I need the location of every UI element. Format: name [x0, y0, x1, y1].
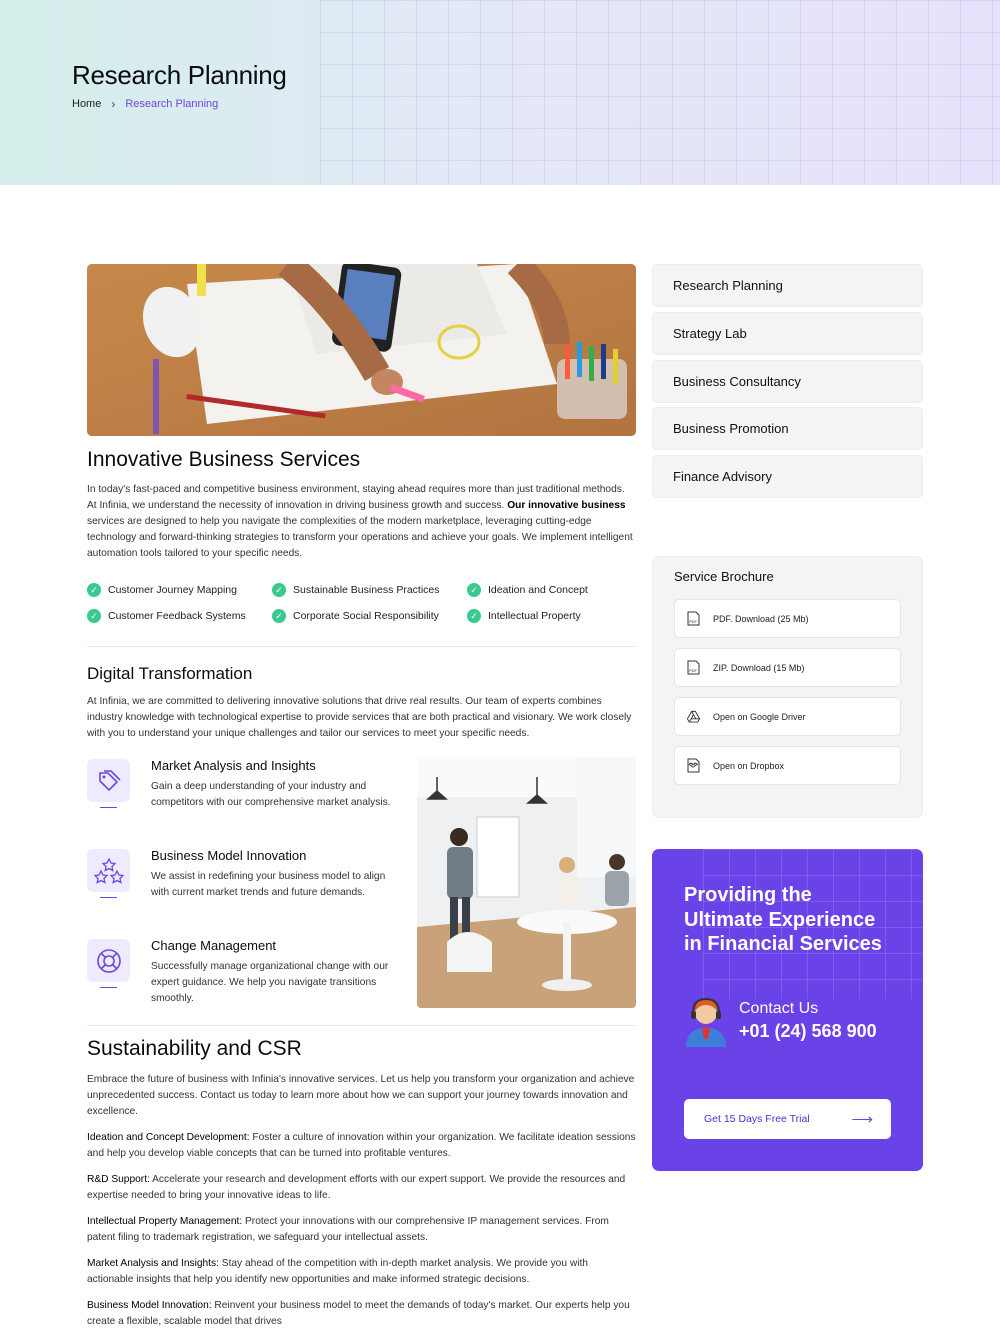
page-header-banner: Research Planning Home › Research Planni… — [0, 0, 1000, 185]
check-icon: ✓ — [87, 583, 101, 597]
workspace-photo — [87, 264, 636, 436]
csr-intro: Embrace the future of business with Infi… — [87, 1074, 635, 1117]
feature-text: Gain a deep understanding of your indust… — [151, 781, 391, 808]
intro-paragraph: In today's fast-paced and competitive bu… — [87, 484, 633, 559]
pdf-file-icon: PDF — [687, 611, 700, 626]
arrow-right-icon: ⟶ — [851, 1111, 873, 1128]
feature-checklist: ✓ Customer Journey Mapping ✓ Sustainable B… — [87, 582, 636, 624]
dropbox-icon — [687, 758, 700, 773]
check-icon: ✓ — [272, 583, 286, 597]
breadcrumb-home-link[interactable]: Home — [72, 98, 101, 110]
service-brochure-panel: Service Brochure PDF PDF. Download (25 M… — [652, 556, 923, 818]
zip-download-link[interactable]: PDF ZIP. Download (15 Mb) — [674, 648, 901, 687]
main-content: Innovative Business Services In today's … — [87, 264, 637, 1327]
feature-business-model: Business Model Innovation We assist in r… — [87, 848, 407, 929]
csr-item: R&D Support: Accelerate your research an… — [87, 1174, 626, 1201]
sidebar-item-strategy-lab[interactable]: Strategy Lab — [652, 312, 923, 355]
check-icon: ✓ — [467, 609, 481, 623]
section-divider — [87, 646, 636, 647]
stars-icon — [87, 849, 130, 898]
tag-icon — [87, 759, 130, 808]
banner-grid-pattern — [320, 0, 1000, 185]
sidebar-item-business-promotion[interactable]: Business Promotion — [652, 407, 923, 450]
support-agent-avatar — [682, 995, 730, 1047]
check-icon: ✓ — [87, 609, 101, 623]
feature-title: Market Analysis and Insights — [151, 758, 316, 773]
checklist-item: ✓ Customer Feedback Systems — [87, 608, 272, 624]
feature-text: Successfully manage organizational chang… — [151, 961, 389, 1004]
feature-text: We assist in redefining your business mo… — [151, 871, 386, 898]
google-drive-link[interactable]: Open on Google Driver — [674, 697, 901, 736]
cta-heading: Providing the Ultimate Experience in Fin… — [684, 884, 882, 955]
zip-file-icon: PDF — [687, 660, 700, 675]
checklist-item: ✓ Intellectual Property — [467, 608, 636, 624]
checklist-item: ✓ Ideation and Concept — [467, 582, 636, 598]
lifebuoy-icon — [87, 939, 130, 988]
sidebar-item-finance-advisory[interactable]: Finance Advisory — [652, 455, 923, 498]
office-meeting-photo — [417, 757, 636, 1008]
contact-phone[interactable]: +01 (24) 568 900 — [739, 1021, 877, 1042]
csr-item: Intellectual Property Management: Protec… — [87, 1216, 609, 1243]
brochure-title: Service Brochure — [674, 569, 774, 584]
contact-label: Contact Us — [739, 1000, 819, 1017]
csr-heading: Sustainability and CSR — [87, 1037, 302, 1060]
checklist-item: ✓ Customer Journey Mapping — [87, 582, 272, 598]
checklist-item: ✓ Corporate Social Responsibility — [272, 608, 467, 624]
breadcrumb: Home › Research Planning — [72, 97, 218, 111]
page-title: Research Planning — [72, 60, 287, 90]
dropbox-link[interactable]: Open on Dropbox — [674, 746, 901, 785]
chevron-right-icon: › — [111, 97, 116, 111]
digital-paragraph: At Infinia, we are committed to deliveri… — [87, 696, 632, 739]
check-icon: ✓ — [467, 583, 481, 597]
sidebar-item-research-planning[interactable]: Research Planning — [652, 264, 923, 307]
google-drive-icon — [687, 709, 700, 724]
feature-title: Business Model Innovation — [151, 848, 307, 863]
check-icon: ✓ — [272, 609, 286, 623]
intro-heading: Innovative Business Services — [87, 448, 361, 471]
svg-text:PDF: PDF — [689, 668, 698, 673]
checklist-item: ✓ Sustainable Business Practices — [272, 582, 467, 598]
csr-item: Ideation and Concept Development: Foster… — [87, 1132, 636, 1159]
feature-market-analysis: Market Analysis and Insights Gain a deep… — [87, 758, 407, 839]
contact-cta-card: Providing the Ultimate Experience in Fin… — [652, 849, 923, 1171]
sidebar-item-business-consultancy[interactable]: Business Consultancy — [652, 360, 923, 403]
csr-item: Market Analysis and Insights: Stay ahead… — [87, 1258, 588, 1285]
feature-title: Change Management — [151, 938, 277, 953]
breadcrumb-current: Research Planning — [125, 98, 219, 110]
csr-item: Business Model Innovation: Reinvent your… — [87, 1300, 630, 1327]
digital-heading: Digital Transformation — [87, 664, 253, 683]
section-divider — [87, 1025, 636, 1026]
intro-bold-text: Our innovative business — [507, 500, 626, 511]
free-trial-button[interactable]: Get 15 Days Free Trial ⟶ — [684, 1099, 891, 1139]
feature-change-management: Change Management Successfully manage or… — [87, 938, 407, 1019]
pdf-download-link[interactable]: PDF PDF. Download (25 Mb) — [674, 599, 901, 638]
svg-text:PDF: PDF — [689, 619, 698, 624]
